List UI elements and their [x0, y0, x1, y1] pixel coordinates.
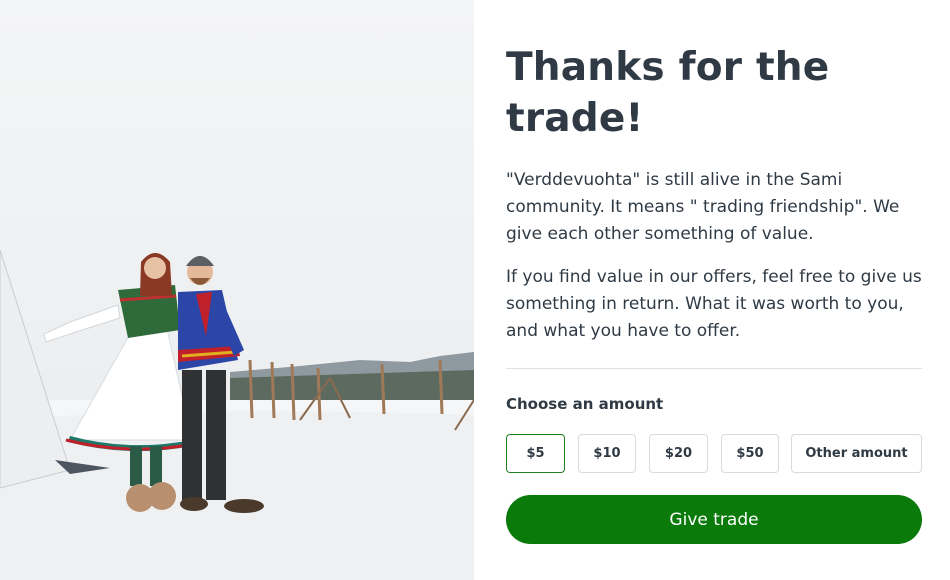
amount-options: $5 $10 $20 $50 Other amount: [506, 434, 922, 473]
divider: [506, 368, 922, 369]
value-paragraph: If you find value in our offers, feel fr…: [506, 267, 922, 341]
amount-option-10[interactable]: $10: [578, 434, 636, 473]
amount-label: Choose an amount: [506, 395, 664, 413]
trade-panel: Thanks for the trade! "Verddevuohta" is …: [506, 0, 922, 580]
hero-photo: [0, 0, 474, 580]
amount-option-other[interactable]: Other amount: [791, 434, 922, 473]
amount-option-50[interactable]: $50: [721, 434, 779, 473]
amount-option-20[interactable]: $20: [649, 434, 708, 473]
sami-couple-photo: [0, 0, 474, 580]
page-title: Thanks for the trade!: [506, 45, 830, 141]
verddevuohta-paragraph: "Verddevuohta" is still alive in the Sam…: [506, 170, 900, 244]
give-trade-button[interactable]: Give trade: [506, 495, 922, 544]
amount-option-5[interactable]: $5: [506, 434, 565, 473]
